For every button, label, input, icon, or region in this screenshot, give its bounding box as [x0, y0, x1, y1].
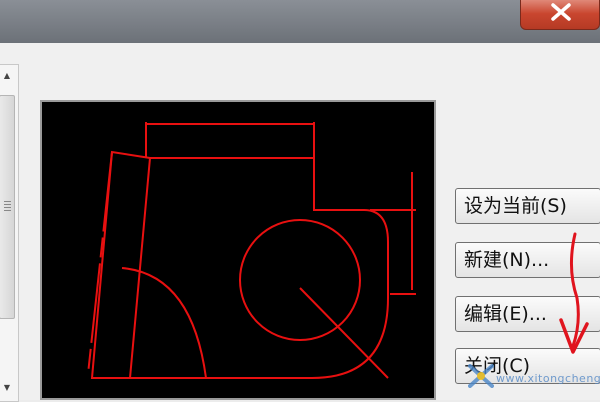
styles-list-scrollbar[interactable]: ▲ ▼ [0, 64, 19, 402]
dimension-style-preview [40, 100, 436, 400]
window-close-button[interactable] [520, 0, 600, 30]
cad-drawing-preview [87, 122, 416, 379]
set-current-button[interactable]: 设为当前(S) [455, 188, 600, 224]
scroll-thumb[interactable] [0, 95, 15, 319]
arrow-up-icon[interactable]: ▲ [0, 67, 16, 83]
arrow-down-icon[interactable]: ▼ [0, 379, 16, 395]
red-arrow-annotation-icon [559, 232, 589, 354]
grip-icon [4, 201, 11, 211]
window-titlebar [0, 0, 600, 43]
close-icon [551, 3, 571, 21]
